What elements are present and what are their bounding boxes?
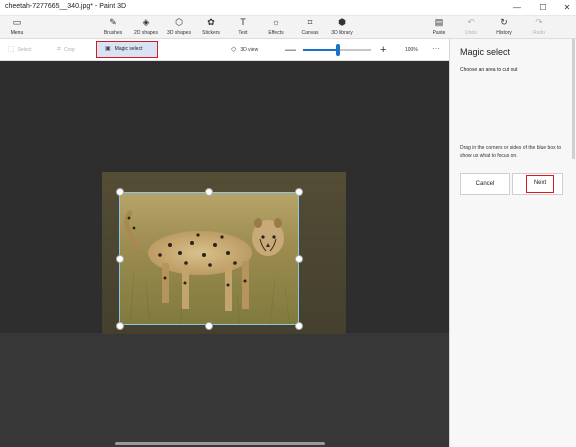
minimize-button[interactable]: — (510, 1, 524, 15)
handle-bottom-center[interactable] (205, 322, 213, 330)
handle-top-right[interactable] (295, 188, 303, 196)
title-bar: cheetah-7277665__340.jpg* - Paint 3D — ☐… (0, 0, 576, 16)
3d-view-icon: ◇ (231, 46, 237, 53)
magic-select-icon: ▣ (105, 46, 111, 52)
effects-label: Effects (268, 30, 284, 36)
next-button-label: Next (526, 175, 554, 193)
undo-button[interactable]: ↶ Undo (462, 16, 480, 39)
magic-select-label: Magic select (114, 46, 143, 52)
paste-icon: ▤ (434, 17, 444, 27)
panel-help-text: Drag in the corners or sides of the blue… (460, 145, 562, 159)
canvas-icon: ⌗ (307, 17, 313, 27)
menu-label: Menu (10, 30, 24, 36)
3d-shapes-icon: ⬡ (175, 17, 183, 27)
window-title: cheetah-7277665__340.jpg* - Paint 3D (5, 3, 127, 10)
handle-bottom-right[interactable] (295, 322, 303, 330)
stickers-button[interactable]: ✿ Stickers (198, 16, 224, 39)
cheetah-photo (120, 193, 298, 324)
canvas-image[interactable] (102, 172, 346, 334)
3d-shapes-label: 3D shapes (167, 30, 191, 36)
3d-library-icon: ⬢ (338, 17, 346, 27)
redo-icon: ↷ (535, 17, 543, 27)
history-label: History (496, 30, 512, 36)
handle-top-left[interactable] (116, 188, 124, 196)
panel-scrollbar[interactable] (572, 39, 575, 159)
handle-bottom-left[interactable] (116, 322, 124, 330)
history-icon: ↻ (500, 17, 508, 27)
redo-label: Redo (533, 30, 545, 36)
3d-library-button[interactable]: ⬢ 3D library (328, 16, 356, 39)
brush-icon: ✎ (109, 17, 117, 27)
handle-top-center[interactable] (205, 188, 213, 196)
horizontal-scrollbar[interactable] (115, 442, 325, 445)
selection-toolbar: ⬚ Select ⌗ Crop ▣ Magic select ◇ 3D view — +… (0, 39, 449, 61)
panel-subtitle: Choose an area to cut out (460, 67, 518, 73)
3d-shapes-button[interactable]: ⬡ 3D shapes (164, 16, 194, 39)
effects-button[interactable]: ☼ Effects (264, 16, 288, 39)
crop-button[interactable]: ⌗ Crop (57, 39, 75, 61)
handle-middle-right[interactable] (295, 255, 303, 263)
magic-select-box[interactable] (119, 192, 299, 325)
select-label: Select (17, 47, 32, 53)
close-button[interactable]: ✕ (560, 1, 574, 15)
maximize-button[interactable]: ☐ (536, 1, 550, 15)
brushes-button[interactable]: ✎ Brushes (100, 16, 126, 39)
magic-select-panel: Magic select Choose an area to cut out D… (449, 39, 576, 447)
crop-label: Crop (63, 47, 75, 53)
2d-shapes-label: 2D shapes (134, 30, 158, 36)
text-button[interactable]: T Text (232, 16, 254, 39)
brushes-label: Brushes (103, 30, 123, 36)
zoom-level: 100% (405, 47, 418, 53)
canvas-label: Canvas (301, 30, 319, 36)
effects-icon: ☼ (271, 17, 281, 27)
3d-view-label: 3D view (240, 47, 259, 53)
paste-button[interactable]: ▤ Paste (428, 16, 450, 39)
zoom-out-button[interactable]: — (285, 39, 296, 61)
zoom-slider[interactable] (303, 44, 371, 56)
stickers-icon: ✿ (207, 17, 215, 27)
2d-shapes-icon: ◈ (142, 17, 150, 27)
3d-view-button[interactable]: ◇ 3D view (231, 39, 258, 61)
zoom-slider-thumb[interactable] (336, 44, 341, 56)
select-button[interactable]: ⬚ Select (8, 39, 32, 61)
handle-middle-left[interactable] (116, 255, 124, 263)
canvas-button[interactable]: ⌗ Canvas (298, 16, 322, 39)
cancel-button[interactable]: Cancel (460, 173, 510, 195)
next-button[interactable]: Next (512, 173, 563, 195)
stickers-label: Stickers (202, 30, 220, 36)
canvas-area[interactable] (0, 61, 449, 447)
history-button[interactable]: ↻ History (493, 16, 515, 39)
magic-select-button[interactable]: ▣ Magic select (96, 41, 158, 58)
canvas-floor (0, 333, 449, 447)
text-label: Text (238, 30, 248, 36)
crop-icon: ⌗ (57, 46, 61, 53)
paste-label: Paste (432, 30, 446, 36)
2d-shapes-button[interactable]: ◈ 2D shapes (131, 16, 161, 39)
redo-button[interactable]: ↷ Redo (530, 16, 548, 39)
select-icon: ⬚ (8, 46, 15, 53)
menu-button[interactable]: ▭ Menu (4, 16, 30, 39)
text-icon: T (240, 17, 246, 27)
ribbon: ▭ Menu ✎ Brushes ◈ 2D shapes ⬡ 3D shapes… (0, 16, 576, 39)
zoom-in-button[interactable]: + (380, 39, 386, 61)
zoom-slider-fill (303, 49, 339, 51)
undo-icon: ↶ (467, 17, 475, 27)
more-options-button[interactable]: ··· (432, 39, 440, 61)
undo-label: Undo (465, 30, 477, 36)
3d-library-label: 3D library (331, 30, 353, 36)
folder-icon: ▭ (12, 17, 22, 27)
panel-title: Magic select (460, 47, 511, 57)
